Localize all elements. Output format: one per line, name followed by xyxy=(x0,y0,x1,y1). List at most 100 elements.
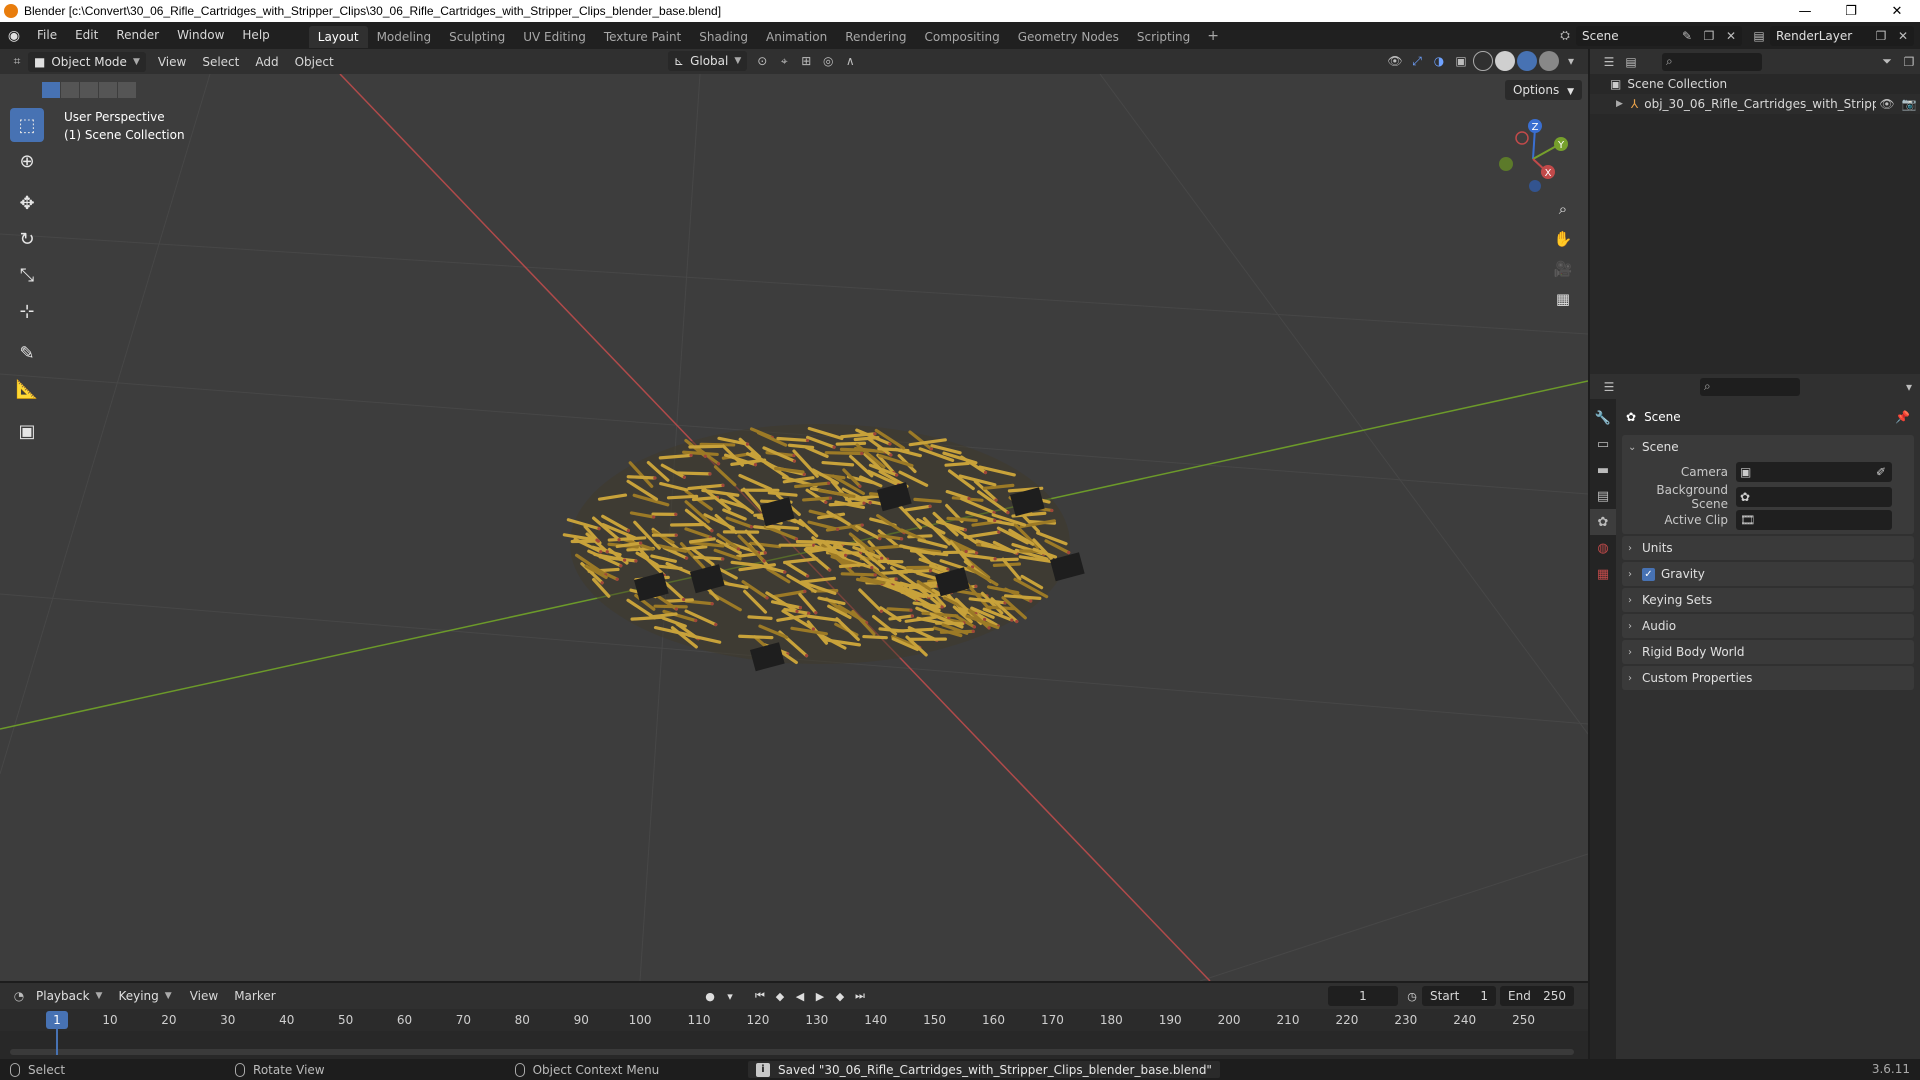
tab-sculpting[interactable]: Sculpting xyxy=(440,26,514,48)
falloff-icon[interactable]: ∧ xyxy=(839,51,861,71)
tab-animation[interactable]: Animation xyxy=(757,26,836,48)
add-menu[interactable]: Add xyxy=(247,55,286,69)
custom-properties-panel[interactable]: › Custom Properties xyxy=(1622,666,1914,690)
delete-view-layer-icon[interactable]: ✕ xyxy=(1892,26,1914,46)
add-cube-tool-icon[interactable]: ▣ xyxy=(10,414,44,448)
rigid-body-world-panel-header[interactable]: › Rigid Body World xyxy=(1622,640,1914,664)
annotate-tool-icon[interactable]: ✎ xyxy=(10,336,44,370)
timeline-scrollbar[interactable] xyxy=(10,1049,1574,1055)
neg-x-axis-handle[interactable] xyxy=(1515,131,1529,145)
scene-selector[interactable]: Scene ✎ ❐ ✕ xyxy=(1576,25,1742,46)
shading-options-icon[interactable]: ▾ xyxy=(1560,51,1582,71)
playback-menu[interactable]: Playback ▼ xyxy=(30,986,108,1006)
select-invert-icon[interactable] xyxy=(99,82,117,98)
view-layer-tab-icon[interactable]: ▤ xyxy=(1590,483,1616,509)
add-workspace-button[interactable]: + xyxy=(1199,28,1227,44)
zoom-icon[interactable]: ⌕ xyxy=(1550,196,1576,222)
menu-file[interactable]: File xyxy=(28,22,66,49)
rendered-shading-icon[interactable] xyxy=(1539,51,1559,71)
scale-tool-icon[interactable]: ⤡ xyxy=(10,258,44,292)
preview-range-icon[interactable]: ◷ xyxy=(1402,986,1422,1006)
custom-properties-panel-header[interactable]: › Custom Properties xyxy=(1622,666,1914,690)
chevron-down-icon[interactable]: ▾ xyxy=(1898,377,1920,397)
playhead-line[interactable] xyxy=(56,1029,58,1055)
tool-tab-icon[interactable]: 🔧 xyxy=(1590,405,1616,431)
view-layer-selector[interactable]: RenderLayer ❐ ✕ xyxy=(1770,25,1914,46)
texture-tab-icon[interactable]: ▦ xyxy=(1590,561,1616,587)
visibility-icon[interactable]: 👁 xyxy=(1384,51,1406,71)
timeline-area[interactable]: 1 10 20 30 40 50 60 70 80 90 100 110 120 130 140 150 160… xyxy=(0,1009,1588,1059)
xray-icon[interactable]: ▣ xyxy=(1450,51,1472,71)
tab-layout[interactable]: Layout xyxy=(308,26,368,48)
outliner-scene-collection[interactable]: ▣ Scene Collection xyxy=(1590,74,1920,94)
world-tab-icon[interactable]: ◍ xyxy=(1590,535,1616,561)
current-frame-field[interactable]: 1 xyxy=(1328,986,1398,1006)
units-panel-header[interactable]: › Units xyxy=(1622,536,1914,560)
outliner-object-row[interactable]: ▶ ⅄ obj_30_06_Rifle_Cartridges_with_Stri… xyxy=(1590,94,1920,114)
cursor-tool-icon[interactable]: ⊕ xyxy=(10,144,44,178)
end-frame-field[interactable]: End 250 xyxy=(1500,986,1574,1006)
next-keyframe-icon[interactable]: ◆ xyxy=(830,986,850,1006)
perspective-toggle-icon[interactable]: ▦ xyxy=(1550,286,1576,312)
display-mode-icon[interactable]: ▤ xyxy=(1620,52,1642,72)
tab-rendering[interactable]: Rendering xyxy=(836,26,915,48)
minimize-button[interactable]: — xyxy=(1782,0,1828,22)
menu-window[interactable]: Window xyxy=(168,22,233,49)
close-button[interactable]: ✕ xyxy=(1874,0,1920,22)
record-icon[interactable]: ● xyxy=(700,986,720,1006)
render-tab-icon[interactable]: ▭ xyxy=(1590,431,1616,457)
measure-tool-icon[interactable]: 📐 xyxy=(10,372,44,406)
options-dropdown[interactable]: Options ▼ xyxy=(1504,80,1582,100)
menu-edit[interactable]: Edit xyxy=(66,22,107,49)
keying-menu[interactable]: Keying ▼ xyxy=(112,986,177,1006)
tab-compositing[interactable]: Compositing xyxy=(915,26,1008,48)
rigid-body-world-panel[interactable]: › Rigid Body World xyxy=(1622,640,1914,664)
3d-viewport[interactable]: User Perspective (1) Scene Collection Op… xyxy=(0,74,1588,981)
menu-help[interactable]: Help xyxy=(233,22,278,49)
active-clip-field[interactable]: 🎞 xyxy=(1736,509,1892,530)
scene-browse-icon[interactable]: ⛭ xyxy=(1554,26,1576,46)
wireframe-shading-icon[interactable] xyxy=(1473,51,1493,71)
current-frame-indicator[interactable]: 1 xyxy=(46,1011,68,1029)
select-menu[interactable]: Select xyxy=(194,55,247,69)
eyedropper-icon[interactable]: ✐ xyxy=(1876,465,1886,479)
background-scene-field[interactable]: ✿ xyxy=(1736,486,1892,507)
start-frame-field[interactable]: Start 1 xyxy=(1422,986,1496,1006)
maximize-button[interactable]: ❐ xyxy=(1828,0,1874,22)
menu-render[interactable]: Render xyxy=(107,22,168,49)
properties-search-input[interactable]: ⌕ xyxy=(1700,377,1800,396)
expand-arrow-icon[interactable]: ▶ xyxy=(1616,99,1623,109)
gravity-panel-header[interactable]: › ✓ Gravity xyxy=(1622,562,1914,586)
units-panel[interactable]: › Units xyxy=(1622,536,1914,560)
move-tool-icon[interactable]: ✥ xyxy=(10,186,44,220)
neg-y-axis-handle[interactable] xyxy=(1499,157,1513,171)
neg-z-axis-handle[interactable] xyxy=(1529,180,1541,192)
tab-geometry-nodes[interactable]: Geometry Nodes xyxy=(1009,26,1128,48)
filter-icon[interactable]: ⏷ xyxy=(1876,52,1898,72)
solid-shading-icon[interactable] xyxy=(1495,51,1515,71)
gravity-panel[interactable]: › ✓ Gravity xyxy=(1622,562,1914,586)
tab-uv-editing[interactable]: UV Editing xyxy=(514,26,595,48)
pan-hand-icon[interactable]: ✋ xyxy=(1550,226,1576,252)
camera-field[interactable]: ▣ ✐ xyxy=(1736,461,1892,482)
new-collection-icon[interactable]: ❐ xyxy=(1898,52,1920,72)
blender-logo-icon[interactable]: ◉ xyxy=(0,22,28,49)
object-mode-dropdown[interactable]: ■ Object Mode ▼ xyxy=(28,51,146,72)
timeline-ruler[interactable]: 1 10 20 30 40 50 60 70 80 90 100 110 120 130 140 150 160… xyxy=(0,1009,1588,1031)
new-scene-icon[interactable]: ❐ xyxy=(1698,26,1720,46)
proportional-edit-icon[interactable]: ◎ xyxy=(817,51,839,71)
output-tab-icon[interactable]: ▬ xyxy=(1590,457,1616,483)
orientation-dropdown[interactable]: ⊾ Global ▼ xyxy=(668,51,748,71)
render-camera-icon[interactable]: 📷 xyxy=(1898,94,1920,114)
navigation-gizmo[interactable]: Z Y X xyxy=(1490,114,1570,194)
play-reverse-icon[interactable]: ◀ xyxy=(790,986,810,1006)
material-shading-icon[interactable] xyxy=(1517,51,1537,71)
keying-sets-panel[interactable]: › Keying Sets xyxy=(1622,588,1914,612)
gizmo-toggle-icon[interactable]: ⤢ xyxy=(1406,51,1428,71)
tab-texture-paint[interactable]: Texture Paint xyxy=(595,26,690,48)
jump-start-icon[interactable]: ⏮ xyxy=(750,986,770,1006)
select-new-icon[interactable] xyxy=(42,82,60,98)
outliner-search-input[interactable]: ⌕ xyxy=(1662,52,1762,71)
pin-icon[interactable]: 📌 xyxy=(1895,410,1910,424)
play-icon[interactable]: ▶ xyxy=(810,986,830,1006)
